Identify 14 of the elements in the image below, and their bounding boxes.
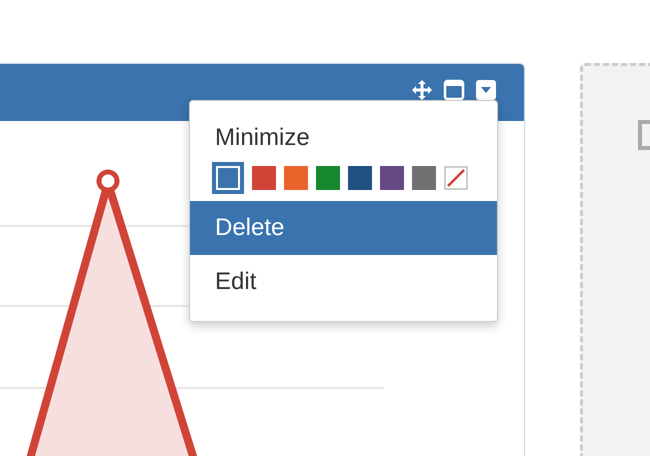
color-swatch[interactable] — [284, 166, 308, 190]
color-swatch[interactable] — [252, 166, 276, 190]
color-swatch[interactable] — [380, 166, 404, 190]
no-color-swatch[interactable] — [444, 166, 468, 190]
color-swatch[interactable] — [316, 166, 340, 190]
color-swatch[interactable] — [348, 166, 372, 190]
color-swatch[interactable] — [212, 162, 244, 194]
menu-item[interactable]: Delete — [190, 201, 497, 255]
move-icon[interactable] — [411, 79, 433, 101]
color-swatch[interactable] — [412, 166, 436, 190]
maximize-icon[interactable] — [443, 79, 465, 101]
menu-item[interactable]: Edit — [190, 255, 497, 309]
dropdown-icon[interactable] — [475, 79, 497, 101]
menu-item[interactable]: Minimize — [190, 119, 497, 157]
